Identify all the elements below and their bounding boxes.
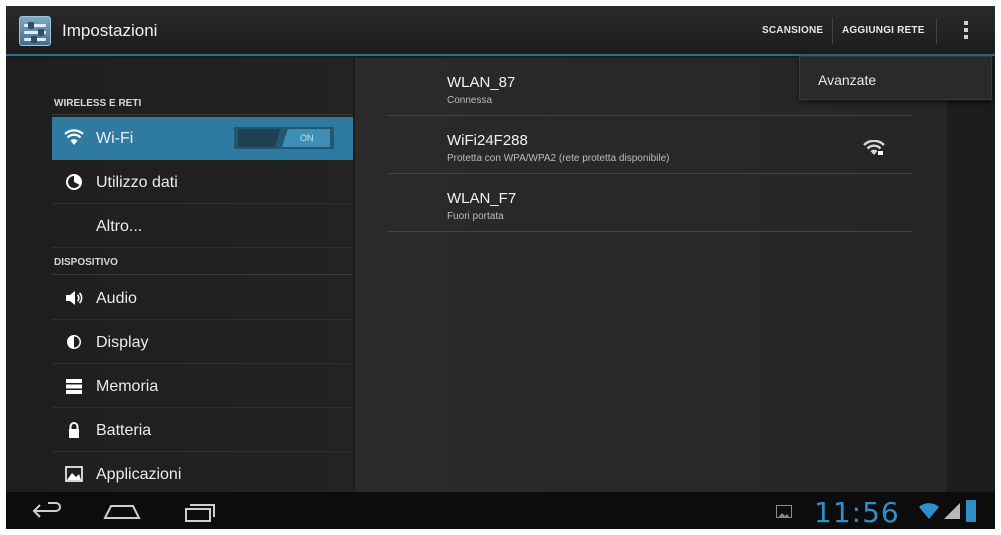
- apps-icon: [65, 466, 83, 482]
- home-icon[interactable]: [102, 501, 142, 521]
- section-divider: [52, 274, 352, 275]
- sidebar-item-apps[interactable]: Applicazioni: [52, 453, 353, 496]
- wifi-network-list: WLAN_87 Connessa WiFi24F288 Protetta con…: [355, 58, 947, 492]
- sidebar-item-label: Display: [96, 334, 149, 351]
- wifi-icon: [64, 129, 84, 145]
- screenshot-notification-icon[interactable]: [776, 505, 792, 518]
- network-status: Protetta con WPA/WPA2 (rete protetta dis…: [447, 153, 670, 164]
- network-status: Fuori portata: [447, 211, 504, 222]
- page-title: Impostazioni: [62, 21, 158, 40]
- recent-apps-icon[interactable]: [182, 501, 216, 523]
- network-item[interactable]: WLAN_F7 Fuori portata: [387, 174, 913, 232]
- sidebar-item-more[interactable]: Altro...: [52, 205, 353, 248]
- clock[interactable]: 11:56: [814, 496, 900, 529]
- sidebar-item-label: Applicazioni: [96, 466, 182, 483]
- wifi-signal-locked-icon: [863, 140, 885, 155]
- battery-status-icon: [966, 500, 976, 522]
- sidebar-item-wifi[interactable]: Wi-Fi ON: [52, 117, 353, 160]
- battery-lock-icon: [69, 422, 79, 438]
- network-status: Connessa: [447, 95, 493, 106]
- network-ssid: WLAN_F7: [447, 190, 517, 207]
- sidebar-item-storage[interactable]: Memoria: [52, 365, 353, 408]
- overflow-popup-menu: Avanzate: [799, 56, 992, 100]
- network-ssid: WiFi24F288: [447, 132, 528, 149]
- section-divider: [52, 114, 352, 115]
- right-margin: [947, 58, 995, 492]
- scan-button[interactable]: SCANSIONE: [762, 25, 823, 36]
- add-network-button[interactable]: AGGIUNGI RETE: [842, 25, 925, 36]
- network-ssid: WLAN_87: [447, 74, 516, 91]
- sidebar-item-label: Audio: [96, 290, 137, 307]
- sidebar-item-label: Batteria: [96, 422, 152, 439]
- sidebar-item-display[interactable]: Display: [52, 321, 353, 364]
- action-divider: [936, 18, 937, 44]
- signal-strength-icon: [944, 503, 960, 519]
- overflow-menu-icon[interactable]: [962, 20, 970, 42]
- system-navigation-bar: 11:56: [6, 492, 995, 529]
- section-header-wireless: WIRELESS E RETI: [54, 98, 142, 109]
- toggle-state-label: ON: [300, 133, 314, 143]
- storage-icon: [66, 379, 82, 394]
- settings-sidebar: WIRELESS E RETI Wi-Fi ON Utilizzo dati A…: [6, 58, 353, 492]
- menu-item-advanced[interactable]: Avanzate: [818, 72, 876, 88]
- network-item[interactable]: WiFi24F288 Protetta con WPA/WPA2 (rete p…: [387, 116, 913, 174]
- data-usage-icon: [66, 174, 82, 190]
- tablet-screen: Impostazioni SCANSIONE AGGIUNGI RETE WIR…: [6, 6, 995, 529]
- sidebar-item-data-usage[interactable]: Utilizzo dati: [52, 161, 353, 204]
- brightness-icon: [67, 335, 81, 349]
- sidebar-item-label: Wi-Fi: [96, 130, 134, 147]
- speaker-icon: [66, 291, 83, 305]
- action-divider: [832, 18, 833, 44]
- wifi-status-icon: [919, 503, 939, 519]
- sidebar-item-label: Utilizzo dati: [96, 174, 178, 191]
- wifi-toggle[interactable]: ON: [234, 127, 334, 149]
- sidebar-item-label: Altro...: [96, 218, 143, 235]
- settings-app-icon[interactable]: [19, 16, 51, 46]
- sidebar-item-battery[interactable]: Batteria: [52, 409, 353, 452]
- sidebar-item-label: Memoria: [96, 378, 159, 395]
- action-bar: Impostazioni SCANSIONE AGGIUNGI RETE: [6, 6, 995, 56]
- sidebar-item-audio[interactable]: Audio: [52, 277, 353, 320]
- back-icon[interactable]: [30, 501, 64, 521]
- section-header-device: DISPOSITIVO: [54, 257, 118, 268]
